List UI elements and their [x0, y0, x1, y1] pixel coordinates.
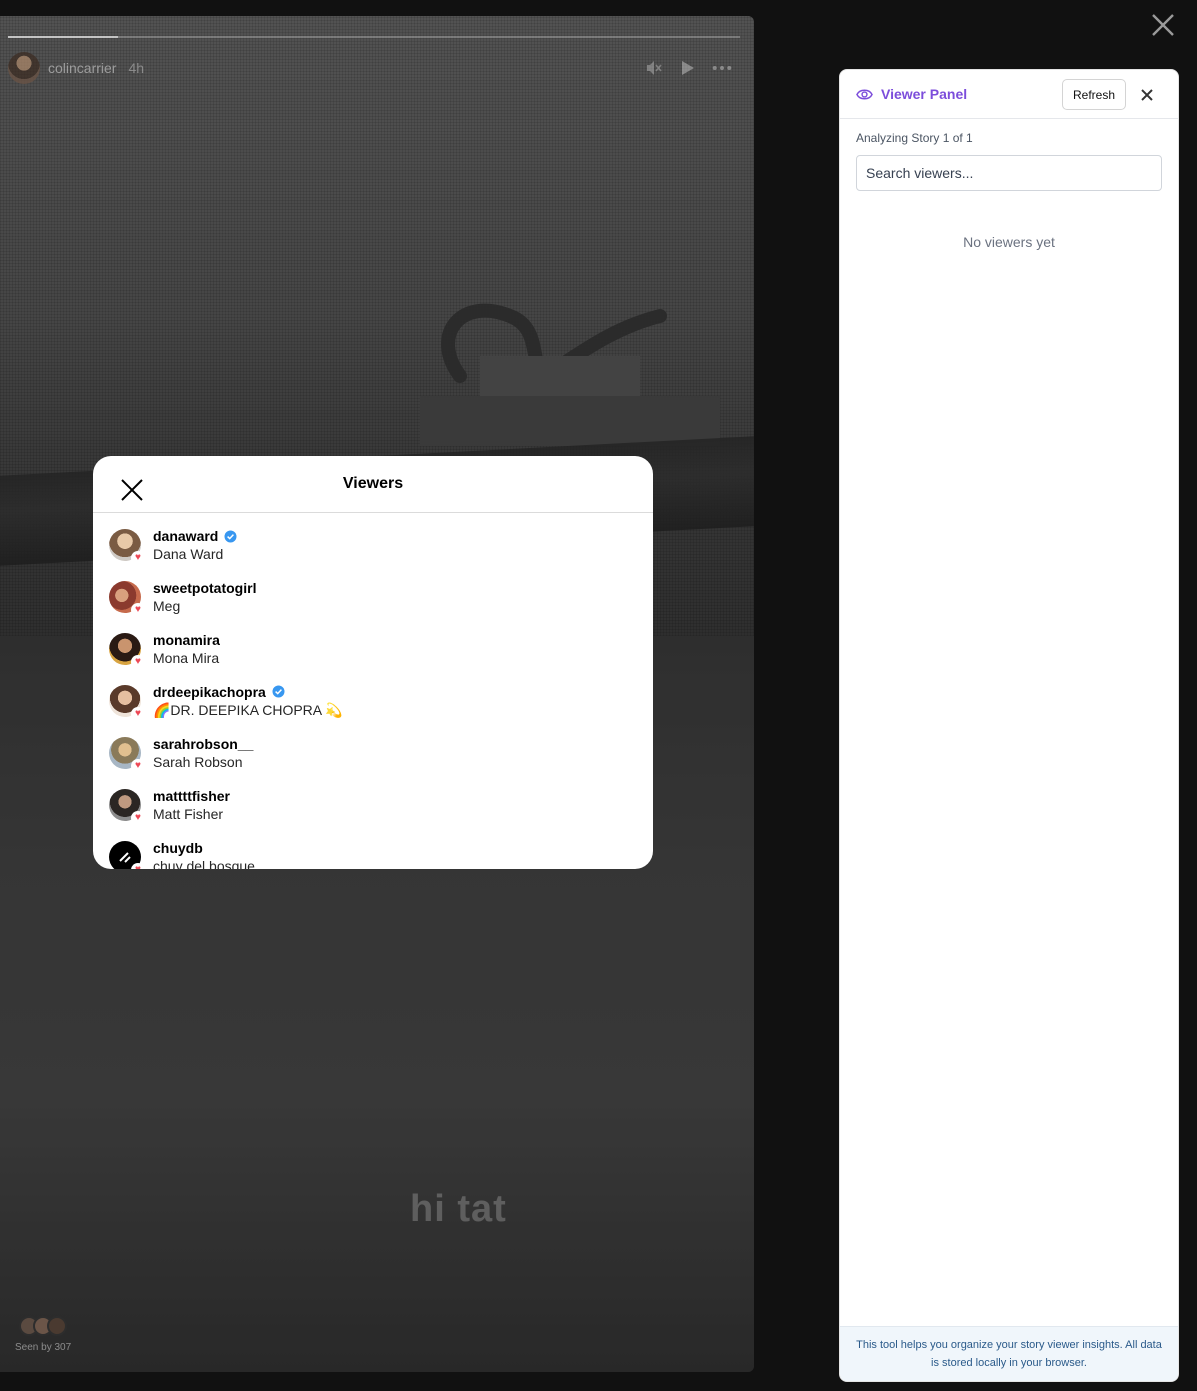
avatar[interactable]: ♥: [109, 841, 145, 869]
viewer-row[interactable]: ♥ mattttfisher Matt Fisher: [93, 779, 653, 831]
heart-icon: ♥: [131, 811, 145, 825]
viewer-username-line: sweetpotatogirl: [153, 580, 256, 596]
more-options-button[interactable]: [712, 58, 732, 78]
viewer-username-line: mattttfisher: [153, 788, 230, 804]
viewer-row[interactable]: ♥ sarahrobson__ Sarah Robson: [93, 727, 653, 779]
story-controls: [644, 58, 732, 78]
viewer-panel-header: Viewer Panel Refresh: [840, 70, 1178, 119]
viewer-row[interactable]: ♥ danaward Dana Ward: [93, 519, 653, 571]
verified-badge-icon: [224, 530, 237, 542]
refresh-button[interactable]: Refresh: [1062, 79, 1127, 110]
viewer-username-line: monamira: [153, 632, 220, 648]
avatar[interactable]: ♥: [109, 633, 145, 669]
viewer-username-line: drdeepikachopra: [153, 684, 343, 700]
viewer-username-line: chuydb: [153, 840, 255, 856]
viewer-username[interactable]: sweetpotatogirl: [153, 580, 256, 596]
avatar[interactable]: ♥: [109, 581, 145, 617]
play-button[interactable]: [678, 58, 698, 78]
heart-icon: ♥: [131, 655, 145, 669]
story-timestamp: 4h: [128, 60, 145, 76]
viewer-row[interactable]: ♥ drdeepikachopra 🌈DR. DEEPIKA CHOPRA 💫: [93, 675, 653, 727]
close-icon[interactable]: [120, 478, 144, 502]
viewer-full-name: Meg: [153, 598, 181, 614]
viewer-username[interactable]: chuydb: [153, 840, 203, 856]
verified-badge-icon: [272, 685, 285, 698]
play-icon: [682, 61, 694, 75]
viewer-username[interactable]: sarahrobson__: [153, 736, 253, 752]
more-dots-icon: [712, 66, 732, 70]
close-icon[interactable]: [1140, 88, 1154, 102]
mute-button[interactable]: [644, 58, 664, 78]
heart-icon: ♥: [131, 707, 145, 721]
viewer-username-line: sarahrobson__: [153, 736, 253, 752]
heart-icon: ♥: [131, 551, 145, 565]
close-story-icon[interactable]: [1150, 12, 1176, 38]
viewer-row[interactable]: ♥ monamira Mona Mira: [93, 623, 653, 675]
heart-icon: ♥: [131, 603, 145, 617]
viewer-username[interactable]: monamira: [153, 632, 220, 648]
viewer-row[interactable]: ♥ chuydb chuy del bosque: [93, 831, 653, 869]
avatar[interactable]: ♥: [109, 685, 145, 721]
seen-avatar: [47, 1316, 67, 1336]
avatar[interactable]: ♥: [109, 737, 145, 773]
viewer-full-name: Sarah Robson: [153, 754, 243, 770]
story-header: colincarrier 4h: [8, 52, 144, 84]
viewer-panel-footer: This tool helps you organize your story …: [840, 1326, 1178, 1381]
story-progress-bar: [8, 36, 740, 38]
story-caption: hi tat: [410, 1188, 507, 1230]
viewer-full-name: Matt Fisher: [153, 806, 224, 822]
avatar[interactable]: ♥: [109, 789, 145, 825]
viewer-username[interactable]: danaward: [153, 528, 218, 544]
viewers-modal-title: Viewers: [342, 475, 404, 492]
viewer-panel-title: Viewer Panel: [881, 86, 968, 102]
story-author-username[interactable]: colincarrier: [48, 60, 116, 76]
muted-speaker-icon: [647, 61, 662, 75]
viewers-modal: Viewers ♥ danaward Dana Ward ♥ sweetpota…: [93, 456, 653, 869]
heart-icon: ♥: [131, 759, 145, 773]
eye-icon: [856, 89, 873, 99]
viewers-modal-header: Viewers: [93, 456, 653, 513]
seen-by-button[interactable]: Seen by 307: [15, 1316, 71, 1353]
viewer-row[interactable]: ♥ sweetpotatogirl Meg: [93, 571, 653, 623]
viewer-username[interactable]: mattttfisher: [153, 788, 230, 804]
viewer-username-line: danaward: [153, 528, 237, 544]
analysis-status: Analyzing Story 1 of 1: [856, 131, 973, 145]
viewer-full-name: Dana Ward: [153, 546, 224, 562]
viewers-list: ♥ danaward Dana Ward ♥ sweetpotatogirl M…: [93, 513, 653, 869]
seen-by-count: Seen by 307: [15, 1342, 72, 1353]
story-progress-fill: [8, 36, 118, 38]
story-viewer-page: colincarrier 4h hi tat Seen by 307 Viewe…: [0, 0, 1197, 1391]
avatar[interactable]: ♥: [109, 529, 145, 565]
viewer-full-name: Mona Mira: [153, 650, 220, 666]
viewer-full-name: chuy del bosque: [153, 858, 255, 869]
viewer-panel: Viewer Panel Refresh Analyzing Story 1 o…: [839, 69, 1179, 1382]
heart-icon: ♥: [131, 863, 145, 869]
viewer-full-name: 🌈DR. DEEPIKA CHOPRA 💫: [153, 701, 343, 718]
story-author-avatar[interactable]: [8, 52, 40, 84]
search-viewers-input[interactable]: [856, 155, 1162, 191]
viewer-username[interactable]: drdeepikachopra: [153, 684, 266, 700]
empty-state-message: No viewers yet: [963, 234, 1055, 250]
seen-by-avatars: [19, 1316, 71, 1336]
